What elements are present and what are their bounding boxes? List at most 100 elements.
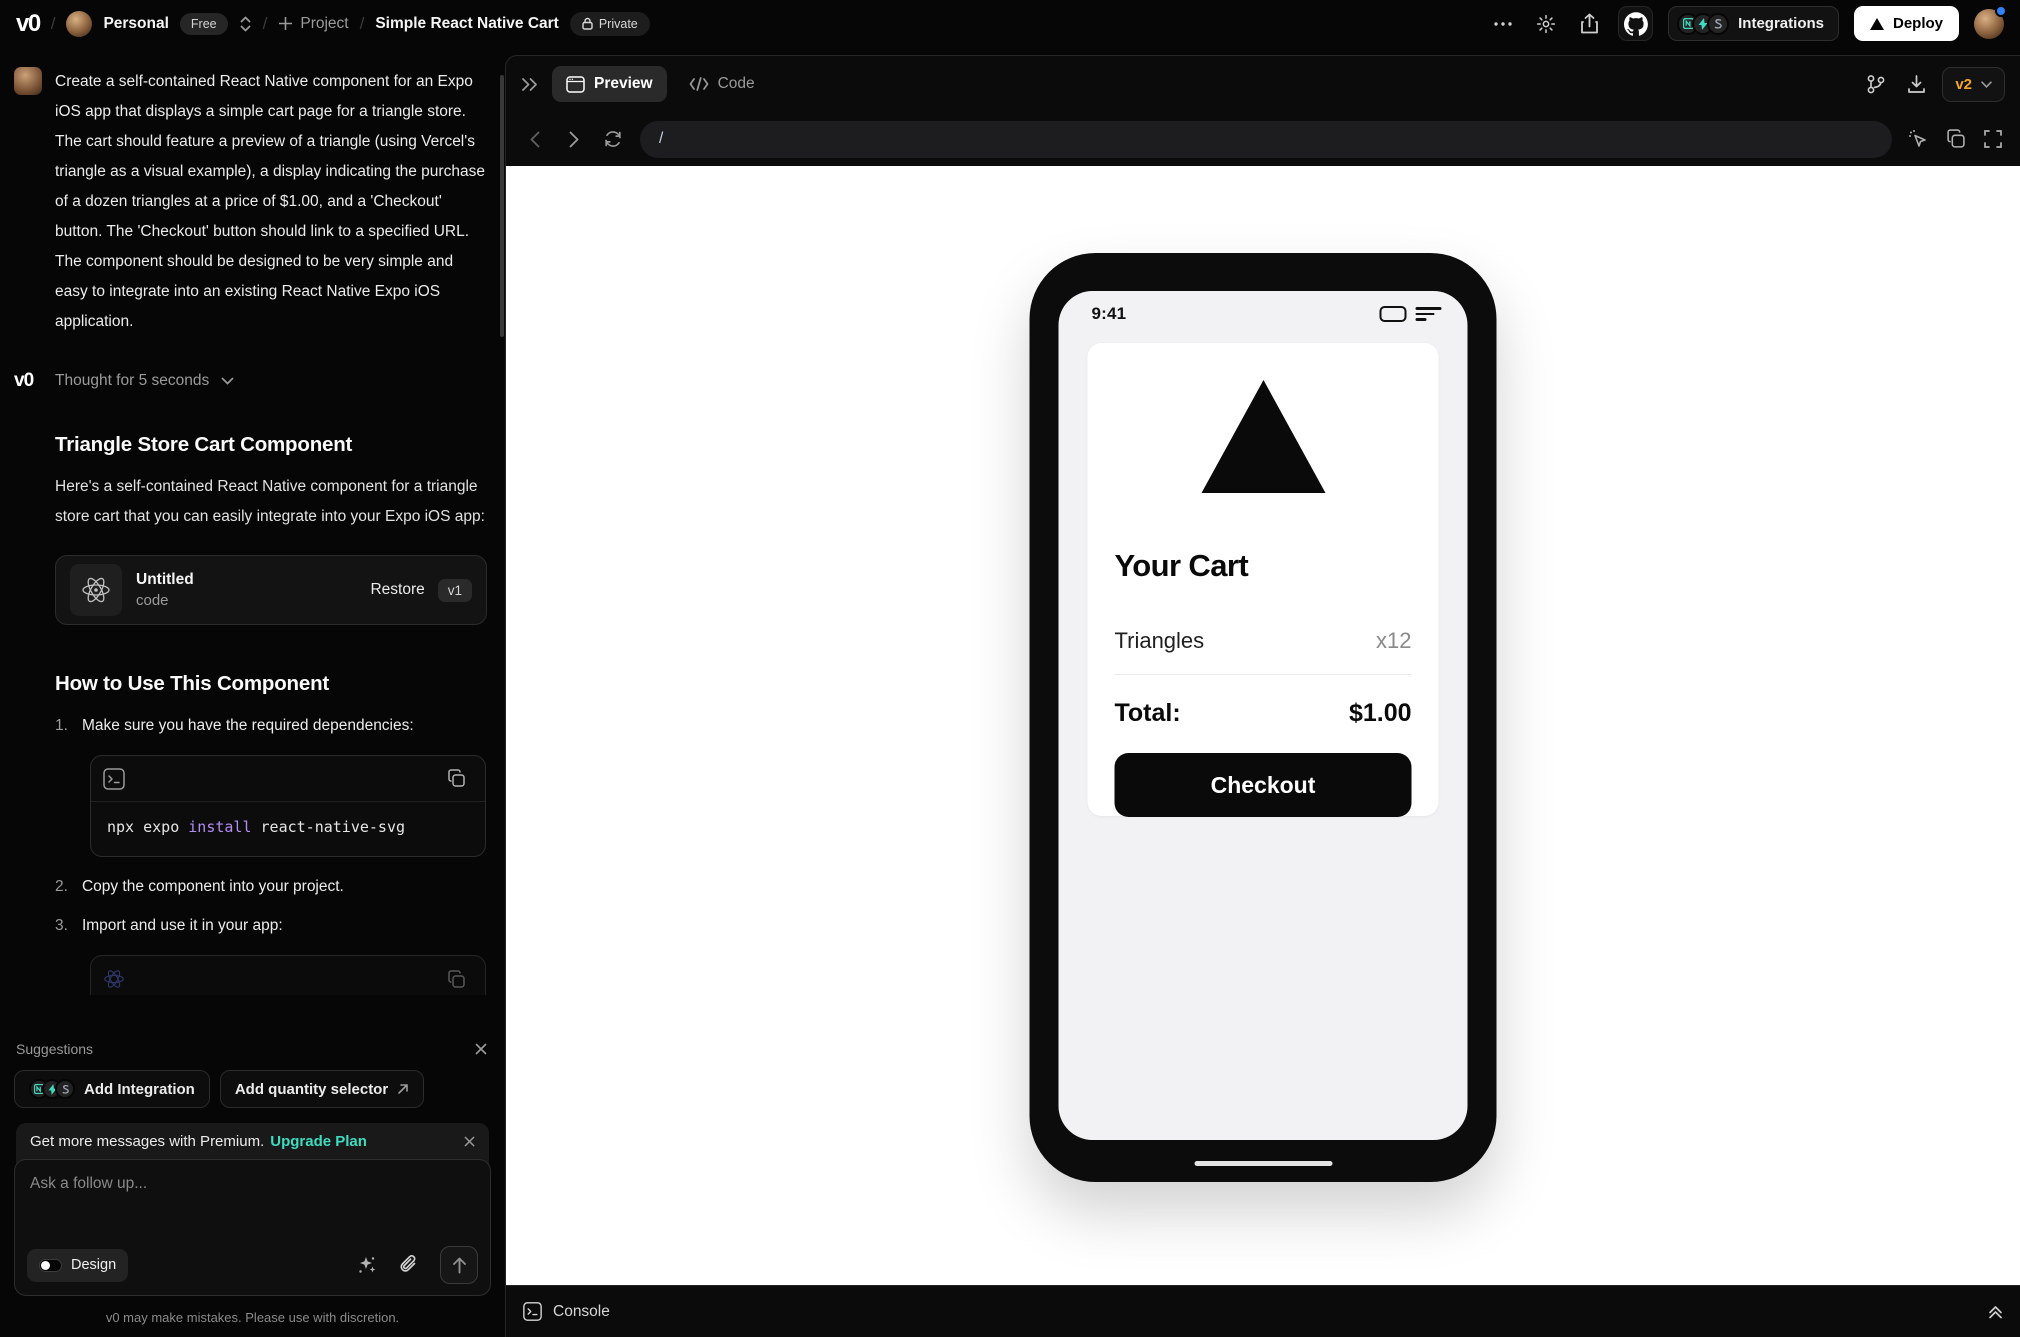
deploy-button[interactable]: Deploy — [1853, 6, 1959, 41]
ellipsis-icon — [1494, 21, 1512, 26]
chevron-down-icon — [1981, 80, 1992, 88]
divider — [1114, 674, 1412, 675]
vercel-triangle-icon — [1869, 17, 1884, 30]
cart-item-name: Triangles — [1114, 628, 1205, 653]
code-block-partial — [90, 955, 486, 995]
chevron-right-icon — [569, 131, 579, 147]
total-label: Total: — [1114, 699, 1181, 727]
workspace-switcher-icon[interactable] — [239, 15, 252, 33]
preview-toolbar: Preview Code v2 — [506, 56, 2020, 112]
version-selector[interactable]: v2 — [1942, 66, 2005, 102]
github-button[interactable] — [1618, 6, 1654, 41]
restore-button[interactable]: Restore — [370, 581, 424, 599]
cart-card: Your Cart Triangles x12 Total: $1.00 Che… — [1087, 343, 1439, 817]
phone-statusbar: 9:41 — [1059, 291, 1468, 324]
v0-logo[interactable]: v0 — [16, 10, 41, 38]
add-project-button[interactable]: Project — [278, 15, 349, 33]
chat-title: Simple React Native Cart — [375, 14, 559, 32]
refresh-button[interactable] — [601, 127, 625, 151]
sidebar-scrollbar[interactable] — [500, 75, 504, 337]
stripe-integration-icon — [55, 1079, 75, 1099]
close-suggestions-icon[interactable] — [475, 1043, 487, 1055]
copy-code-button[interactable] — [439, 762, 473, 796]
design-toggle[interactable]: Design — [27, 1248, 129, 1282]
arrow-up-icon — [452, 1257, 466, 1273]
workspace-avatar[interactable] — [66, 10, 93, 37]
list-item: 1. Make sure you have the required depen… — [55, 717, 414, 734]
terminal-icon — [523, 1302, 542, 1321]
list-item: 2. Copy the component into your project. — [55, 878, 344, 895]
thought-row[interactable]: v0 Thought for 5 seconds — [14, 370, 487, 392]
user-message-avatar — [14, 67, 42, 95]
console-label: Console — [553, 1302, 610, 1320]
stripe-integration-icon — [1707, 12, 1730, 35]
suggestion-add-quantity-selector-button[interactable]: Add quantity selector — [219, 1070, 425, 1108]
settings-button[interactable] — [1532, 10, 1560, 38]
fullscreen-icon[interactable] — [1983, 129, 2003, 149]
signal-icon — [1415, 307, 1442, 321]
integrations-button[interactable]: Integrations — [1668, 6, 1839, 41]
code-snippet: npx expo install react-native-svg — [107, 818, 406, 836]
workspace-name[interactable]: Personal — [103, 15, 168, 33]
react-icon — [104, 970, 124, 988]
code-version-card[interactable]: Untitled code Restore v1 — [55, 555, 487, 625]
close-premium-icon[interactable] — [464, 1136, 475, 1147]
expand-panel-icon[interactable] — [521, 77, 539, 92]
breadcrumb-separator: / — [50, 13, 56, 33]
v0-assistant-icon: v0 — [14, 370, 34, 391]
refresh-icon — [605, 131, 621, 147]
cart-title: Your Cart — [1114, 548, 1249, 583]
cart-total-row: Total: $1.00 — [1115, 699, 1412, 728]
url-input[interactable]: / — [640, 120, 1892, 158]
chevron-down-icon — [221, 377, 234, 385]
upgrade-plan-link[interactable]: Upgrade Plan — [270, 1133, 367, 1150]
open-in-new-window-icon[interactable] — [1946, 129, 1966, 149]
send-button[interactable] — [440, 1246, 478, 1284]
copy-icon — [447, 769, 465, 787]
breadcrumb-separator: / — [359, 13, 365, 33]
copy-code-button[interactable] — [439, 962, 473, 995]
followup-input[interactable] — [30, 1175, 475, 1193]
cart-item-row: Triangles x12 — [1115, 628, 1412, 654]
git-branch-icon — [1867, 74, 1885, 93]
version-card-title: Untitled — [136, 571, 194, 588]
fork-version-button[interactable] — [1862, 70, 1890, 98]
version-card-subtitle: code — [136, 592, 169, 609]
arrow-up-right-icon — [398, 1084, 408, 1094]
composer: Design — [14, 1159, 491, 1296]
more-options-button[interactable] — [1489, 10, 1517, 38]
plus-icon — [279, 17, 293, 30]
response-heading: Triangle Store Cart Component — [55, 433, 353, 456]
suggestion-add-integration-button[interactable]: Add Integration — [14, 1070, 210, 1108]
disclaimer-text: v0 may make mistakes. Please use with di… — [105, 1310, 400, 1325]
plan-badge: Free — [179, 12, 228, 35]
phone-mockup: 9:41 Your Cart Triangles x12 Total: $1.0… — [1029, 253, 1497, 1182]
checkout-button[interactable]: Checkout — [1114, 753, 1412, 817]
inspect-element-icon[interactable] — [1907, 128, 1929, 150]
user-avatar[interactable] — [1974, 4, 2007, 39]
premium-text: Get more messages with Premium. — [30, 1133, 265, 1150]
download-button[interactable] — [1902, 70, 1930, 98]
battery-icon — [1379, 306, 1407, 322]
code-block: npx expo install react-native-svg — [90, 755, 486, 857]
vercel-triangle-preview — [1201, 380, 1325, 493]
react-icon — [70, 564, 122, 616]
code-icon — [689, 77, 708, 91]
forward-button[interactable] — [562, 127, 586, 151]
tab-preview[interactable]: Preview — [552, 66, 667, 102]
user-message: Create a self-contained React Native com… — [14, 67, 487, 337]
console-bar[interactable]: Console — [506, 1285, 2020, 1337]
gear-icon — [1537, 14, 1556, 33]
privacy-badge[interactable]: Private — [569, 11, 650, 36]
copy-icon — [447, 969, 465, 988]
attachment-icon[interactable] — [399, 1254, 419, 1276]
expand-console-button[interactable] — [1988, 1304, 2003, 1320]
share-button[interactable] — [1575, 10, 1603, 38]
sparkles-icon[interactable] — [356, 1254, 378, 1276]
cart-item-qty: x12 — [1376, 628, 1412, 653]
preview-panel: Preview Code v2 / 9:41 Your Cart Triangl… — [505, 55, 2020, 1337]
user-message-text: Create a self-contained React Native com… — [55, 73, 485, 330]
top-header: v0 / Personal Free / Project / Simple Re… — [0, 0, 2020, 47]
tab-code[interactable]: Code — [689, 75, 755, 93]
back-button[interactable] — [523, 127, 547, 151]
